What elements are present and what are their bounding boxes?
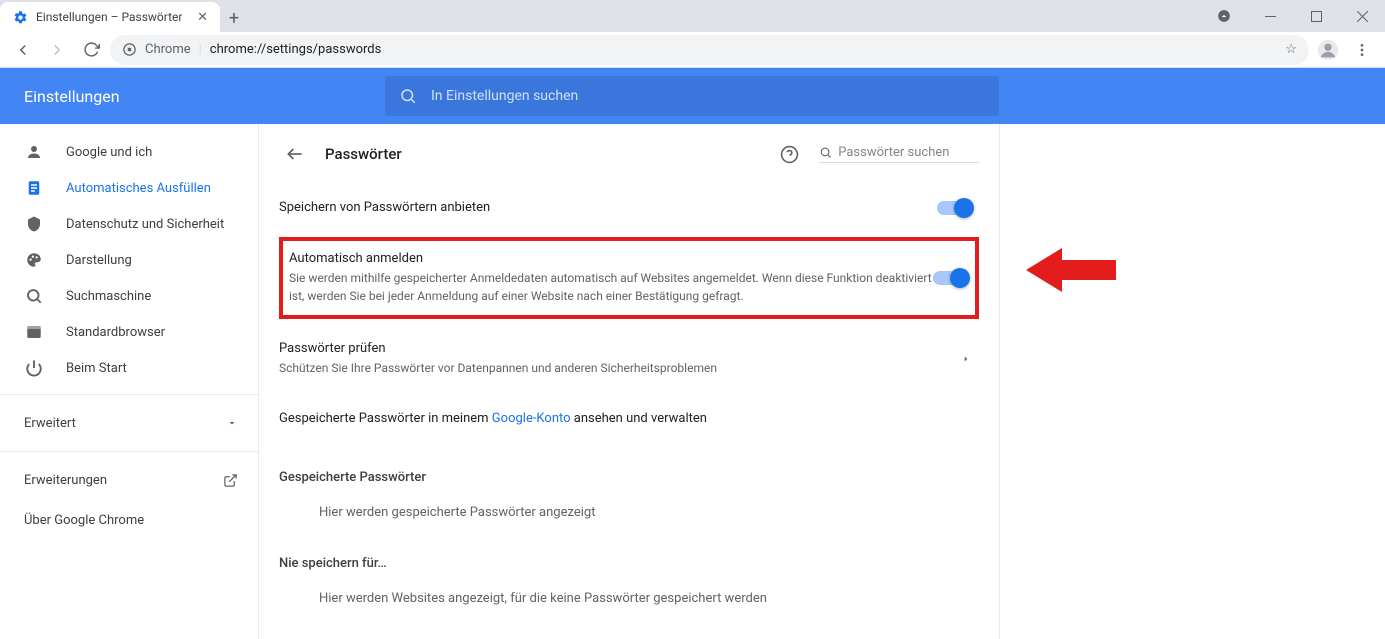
sidebar-item-default-browser[interactable]: Standardbrowser (0, 314, 258, 350)
auto-signin-desc: Sie werden mithilfe gespeicherter Anmeld… (289, 269, 933, 305)
app-title: Einstellungen (0, 87, 385, 106)
back-button[interactable] (8, 35, 38, 65)
address-bar[interactable]: Chrome | chrome://settings/passwords ☆ (110, 35, 1309, 65)
offer-save-toggle[interactable] (937, 201, 971, 215)
minimize-button[interactable] (1247, 0, 1293, 32)
url-prefix: Chrome (145, 42, 191, 57)
profile-avatar[interactable] (1313, 35, 1343, 65)
external-link-icon (223, 473, 238, 488)
browser-icon (24, 322, 44, 342)
google-account-link-pre: Gespeicherte Passwörter in meinem (279, 411, 492, 426)
tab-title: Einstellungen – Passwörter (36, 10, 189, 24)
sidebar-item-label: Suchmaschine (66, 289, 151, 304)
clipboard-icon (24, 178, 44, 198)
offer-save-row: Speichern von Passwörtern anbieten (279, 184, 979, 231)
sidebar-item-appearance[interactable]: Darstellung (0, 242, 258, 278)
sidebar-extensions[interactable]: Erweiterungen (0, 460, 258, 500)
settings-search-input[interactable] (431, 88, 985, 104)
sidebar-item-label: Standardbrowser (66, 325, 165, 340)
offer-save-label: Speichern von Passwörtern anbieten (279, 200, 937, 215)
check-passwords-desc: Schützen Sie Ihre Passwörter vor Datenpa… (279, 359, 961, 377)
account-icon[interactable] (1201, 0, 1247, 32)
settings-main: Passwörter Speichern von Passwörtern anb… (258, 124, 1000, 639)
check-passwords-row[interactable]: Passwörter prüfen Schützen Sie Ihre Pass… (279, 325, 979, 393)
saved-passwords-empty: Hier werden gespeicherte Passwörter ange… (279, 485, 979, 530)
sidebar-extensions-label: Erweiterungen (24, 473, 107, 488)
url-path: chrome://settings/passwords (210, 42, 382, 57)
password-search-input[interactable] (838, 145, 979, 160)
auto-signin-highlight: Automatisch anmelden Sie werden mithilfe… (279, 237, 979, 319)
settings-header: Einstellungen (0, 68, 1385, 124)
maximize-button[interactable] (1293, 0, 1339, 32)
google-account-link-post: ansehen und verwalten (571, 411, 707, 426)
settings-sidebar: Google und ich Automatisches Ausfüllen D… (0, 124, 258, 639)
search-icon (399, 87, 417, 105)
reload-button[interactable] (76, 35, 106, 65)
page-title: Passwörter (325, 145, 759, 163)
auto-signin-title: Automatisch anmelden (289, 251, 933, 266)
sidebar-advanced-label: Erweitert (24, 416, 76, 431)
never-save-empty: Hier werden Websites angezeigt, für die … (279, 571, 979, 616)
search-icon (24, 286, 44, 306)
chevron-right-icon (961, 354, 971, 364)
check-passwords-title: Passwörter prüfen (279, 341, 961, 356)
sidebar-item-label: Datenschutz und Sicherheit (66, 217, 224, 232)
sidebar-about[interactable]: Über Google Chrome (0, 500, 258, 540)
saved-passwords-title: Gespeicherte Passwörter (279, 470, 979, 485)
sidebar-item-search[interactable]: Suchmaschine (0, 278, 258, 314)
browser-tab[interactable]: Einstellungen – Passwörter ✕ (0, 2, 220, 32)
password-search[interactable] (819, 145, 979, 163)
chrome-icon (122, 42, 137, 57)
auto-signin-toggle[interactable] (933, 271, 967, 285)
person-icon (24, 142, 44, 162)
close-window-button[interactable] (1339, 0, 1385, 32)
shield-icon (24, 214, 44, 234)
chevron-down-icon (226, 417, 238, 429)
sidebar-item-google[interactable]: Google und ich (0, 134, 258, 170)
sidebar-item-label: Google und ich (66, 145, 152, 160)
bookmark-star-icon[interactable]: ☆ (1285, 42, 1297, 57)
new-tab-button[interactable]: + (220, 4, 248, 32)
browser-tab-strip: Einstellungen – Passwörter ✕ + (0, 0, 1385, 32)
sidebar-item-autofill[interactable]: Automatisches Ausfüllen (0, 170, 258, 206)
help-button[interactable] (773, 138, 805, 170)
forward-button[interactable] (42, 35, 72, 65)
sidebar-item-label: Automatisches Ausfüllen (66, 181, 211, 196)
power-icon (24, 358, 44, 378)
close-icon[interactable]: ✕ (197, 10, 208, 25)
sidebar-item-privacy[interactable]: Datenschutz und Sicherheit (0, 206, 258, 242)
window-controls (1201, 0, 1385, 32)
browser-menu-icon[interactable] (1347, 35, 1377, 65)
palette-icon (24, 250, 44, 270)
sidebar-advanced[interactable]: Erweitert (0, 403, 258, 443)
google-account-link-row: Gespeicherte Passwörter in meinem Google… (279, 393, 979, 444)
sidebar-about-label: Über Google Chrome (24, 513, 144, 528)
settings-search[interactable] (385, 76, 999, 116)
sidebar-item-label: Beim Start (66, 361, 127, 376)
search-icon (819, 145, 832, 160)
page-back-button[interactable] (279, 138, 311, 170)
auto-signin-row: Automatisch anmelden Sie werden mithilfe… (289, 251, 967, 305)
browser-toolbar: Chrome | chrome://settings/passwords ☆ (0, 32, 1385, 68)
gear-icon (12, 9, 28, 25)
sidebar-item-onstartup[interactable]: Beim Start (0, 350, 258, 386)
google-account-link[interactable]: Google-Konto (492, 411, 571, 426)
never-save-title: Nie speichern für… (279, 556, 979, 571)
sidebar-item-label: Darstellung (66, 253, 132, 268)
